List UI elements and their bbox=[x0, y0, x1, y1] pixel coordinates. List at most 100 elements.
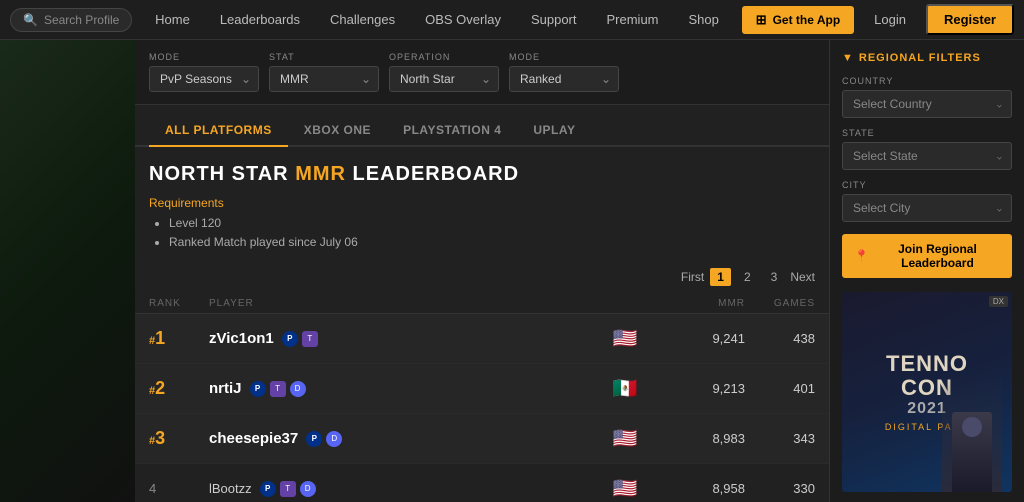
mode-select[interactable]: PvP Seasons bbox=[149, 66, 259, 92]
mode-label: MODE bbox=[149, 52, 259, 62]
regional-filters-label: REGIONAL FILTERS bbox=[859, 52, 981, 64]
location-icon: ▼ bbox=[842, 52, 854, 64]
state-select[interactable]: Select State bbox=[842, 142, 1012, 170]
player-info: cheesepie37 PD bbox=[209, 430, 595, 447]
requirement-item: Ranked Match played since July 06 bbox=[169, 233, 815, 252]
city-select-wrapper: Select City bbox=[842, 194, 1012, 222]
state-filter-group: STATE Select State bbox=[842, 128, 1012, 170]
table-header: RANK PLAYER MMR GAMES bbox=[135, 294, 829, 314]
search-profile-label: Search Profile bbox=[44, 13, 119, 27]
tab-uplay[interactable]: UPLAY bbox=[517, 115, 591, 147]
tab-xbox-one[interactable]: XBOX ONE bbox=[288, 115, 387, 147]
windows-icon: ⊞ bbox=[756, 12, 767, 28]
flag-cell: 🇲🇽 bbox=[595, 376, 655, 401]
mode2-select-wrapper: Ranked bbox=[509, 66, 619, 92]
col-header-player: PLAYER bbox=[209, 298, 595, 309]
nav-links: Home Leaderboards Challenges OBS Overlay… bbox=[138, 6, 735, 33]
ad-figure-character bbox=[952, 412, 992, 492]
platform-icons: PTD bbox=[260, 481, 316, 497]
country-select-wrapper: Select Country bbox=[842, 90, 1012, 118]
nav-premium[interactable]: Premium bbox=[593, 6, 673, 33]
table-row[interactable]: #1 zVic1on1 PT 🇺🇸 9,241 438 bbox=[135, 314, 829, 364]
playstation-icon: P bbox=[250, 381, 266, 397]
ad-content: DX TENNO CON 2021 DIGITAL PACK bbox=[842, 292, 1012, 492]
get-app-button[interactable]: ⊞ Get the App bbox=[742, 6, 854, 34]
table-row[interactable]: #2 nrtiJ PTD 🇲🇽 9,213 401 bbox=[135, 364, 829, 414]
stat-select[interactable]: MMR bbox=[269, 66, 379, 92]
page-2[interactable]: 2 bbox=[737, 268, 758, 286]
nav-support[interactable]: Support bbox=[517, 6, 591, 33]
ad-area: DX TENNO CON 2021 DIGITAL PACK bbox=[842, 292, 1012, 492]
stat-selector-group: STAT MMR bbox=[269, 52, 379, 92]
location-pin-icon: 📍 bbox=[854, 249, 869, 263]
table-row[interactable]: 4 lBootzz PTD 🇺🇸 8,958 330 bbox=[135, 464, 829, 502]
col-header-games: GAMES bbox=[745, 298, 815, 309]
player-info: lBootzz PTD bbox=[209, 481, 595, 497]
table-row[interactable]: #3 cheesepie37 PD 🇺🇸 8,983 343 bbox=[135, 414, 829, 464]
mode-selector-group: MODE PvP Seasons bbox=[149, 52, 259, 92]
player-name: lBootzz bbox=[209, 481, 252, 496]
operation-select[interactable]: North Star bbox=[389, 66, 499, 92]
get-app-label: Get the App bbox=[773, 13, 841, 27]
mmr-value: 9,213 bbox=[655, 381, 745, 396]
player-info: nrtiJ PTD bbox=[209, 380, 595, 397]
page-first[interactable]: First bbox=[681, 270, 704, 284]
pagination: First 1 2 3 Next bbox=[135, 260, 829, 294]
games-value: 438 bbox=[745, 331, 815, 346]
city-label: CITY bbox=[842, 180, 1012, 190]
page-next[interactable]: Next bbox=[790, 270, 815, 284]
playstation-icon: P bbox=[306, 431, 322, 447]
city-filter-group: CITY Select City bbox=[842, 180, 1012, 222]
register-button[interactable]: Register bbox=[926, 4, 1014, 35]
col-header-flag bbox=[595, 298, 655, 309]
mode-selectors: MODE PvP Seasons STAT MMR OPERATION bbox=[135, 40, 829, 105]
nav-home[interactable]: Home bbox=[141, 6, 204, 33]
tab-playstation4[interactable]: PLAYSTATION 4 bbox=[387, 115, 517, 147]
tab-all-platforms[interactable]: ALL PLATFORMS bbox=[149, 115, 288, 147]
nav-leaderboards[interactable]: Leaderboards bbox=[206, 6, 314, 33]
right-sidebar: ▼ REGIONAL FILTERS COUNTRY Select Countr… bbox=[829, 40, 1024, 502]
player-name: cheesepie37 bbox=[209, 430, 298, 447]
requirement-item: Level 120 bbox=[169, 214, 815, 233]
mmr-value: 9,241 bbox=[655, 331, 745, 346]
nav-shop[interactable]: Shop bbox=[675, 6, 733, 33]
rank-number: #3 bbox=[149, 428, 209, 449]
ad-figure bbox=[942, 372, 1002, 492]
platform-icons: PT bbox=[282, 331, 318, 347]
games-value: 330 bbox=[745, 481, 815, 496]
requirements-list: Level 120 Ranked Match played since July… bbox=[149, 214, 815, 252]
flag-cell: 🇺🇸 bbox=[595, 476, 655, 501]
platform-tabs: ALL PLATFORMS XBOX ONE PLAYSTATION 4 UPL… bbox=[135, 105, 829, 147]
stat-label: STAT bbox=[269, 52, 379, 62]
nav-challenges[interactable]: Challenges bbox=[316, 6, 409, 33]
platform-icons: PD bbox=[306, 431, 342, 447]
games-value: 401 bbox=[745, 381, 815, 396]
country-select[interactable]: Select Country bbox=[842, 90, 1012, 118]
platform-icons: PTD bbox=[250, 381, 306, 397]
mode-select-wrapper: PvP Seasons bbox=[149, 66, 259, 92]
nav-obs-overlay[interactable]: OBS Overlay bbox=[411, 6, 515, 33]
twitch-icon: T bbox=[302, 331, 318, 347]
ad-tag: DX bbox=[989, 296, 1008, 307]
join-regional-label: Join Regional Leaderboard bbox=[875, 242, 1000, 270]
login-button[interactable]: Login bbox=[860, 6, 920, 33]
leaderboard-title: NORTH STAR MMR LEADERBOARD bbox=[149, 163, 815, 186]
discord-icon: D bbox=[290, 381, 306, 397]
navbar: 🔍 Search Profile Home Leaderboards Chall… bbox=[0, 0, 1024, 40]
city-select[interactable]: Select City bbox=[842, 194, 1012, 222]
playstation-icon: P bbox=[260, 481, 276, 497]
country-filter-group: COUNTRY Select Country bbox=[842, 76, 1012, 118]
flag-cell: 🇺🇸 bbox=[595, 326, 655, 351]
country-label: COUNTRY bbox=[842, 76, 1012, 86]
page-1[interactable]: 1 bbox=[710, 268, 731, 286]
col-header-rank: RANK bbox=[149, 298, 209, 309]
leaderboard-rows: #1 zVic1on1 PT 🇺🇸 9,241 438 #2 nrtiJ PTD… bbox=[135, 314, 829, 502]
playstation-icon: P bbox=[282, 331, 298, 347]
thumbnail-image bbox=[0, 40, 135, 502]
search-profile-btn[interactable]: 🔍 Search Profile bbox=[10, 8, 132, 32]
discord-icon: D bbox=[300, 481, 316, 497]
state-label: STATE bbox=[842, 128, 1012, 138]
join-regional-button[interactable]: 📍 Join Regional Leaderboard bbox=[842, 234, 1012, 278]
page-3[interactable]: 3 bbox=[764, 268, 785, 286]
mode2-select[interactable]: Ranked bbox=[509, 66, 619, 92]
